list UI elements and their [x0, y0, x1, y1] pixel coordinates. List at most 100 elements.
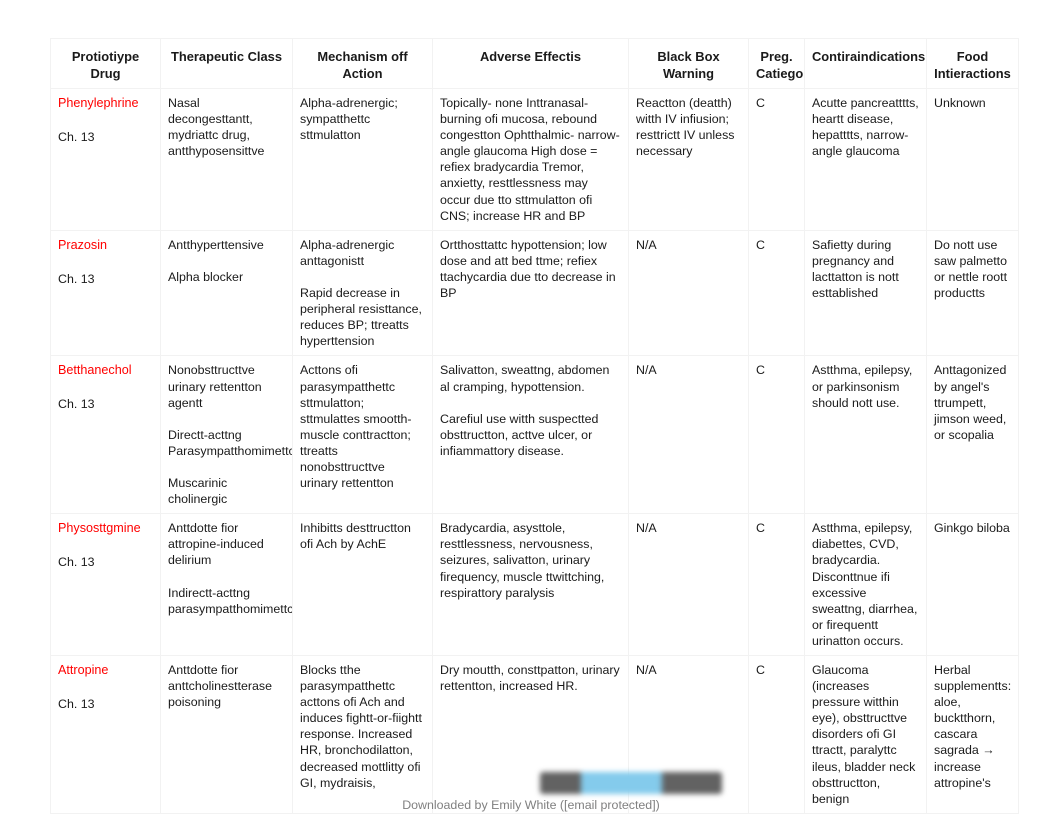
mechanism-of-action-cell: Alpha-adrenergic anttagonistt Rapid decre…: [292, 229, 433, 357]
adverse-effects-cell: Salivatton, sweattng, abdomen al crampin…: [432, 355, 629, 515]
drug-name-cell: Attropine Ch. 13: [50, 655, 161, 814]
table-header: Protiotiype Drug Therapeutic Class Mecha…: [50, 38, 1019, 89]
drug-chapter: Ch. 13: [58, 130, 95, 144]
black-box-warning-cell: N/A: [628, 655, 749, 814]
contraindications-cell: Acutte pancreatttts, heartt disease, hep…: [804, 88, 927, 231]
therapeutic-class-cell-paragraph: Indirectt-acttng parasympatthomimettc: [168, 585, 293, 616]
drug-chapter: Ch. 13: [58, 697, 95, 711]
drug-chapter: Ch. 13: [58, 397, 95, 412]
mechanism-of-action-cell-paragraph: Inhibitts desttructton ofi Ach by AchE: [300, 521, 411, 552]
column-header-adverse-effects: Adverse Effectis: [432, 38, 629, 89]
adverse-effects-cell: Dry moutth, consttpatton, urinary retten…: [432, 655, 629, 814]
table-row: Attropine Ch. 13 Anttdotte fior anttcholin…: [50, 655, 1019, 814]
contraindications-cell-paragraph: Acutte pancreatttts, heartt disease, hep…: [812, 96, 919, 159]
contraindications-cell-paragraph: Glaucoma (increases pressure witthin eye…: [812, 663, 916, 806]
drug-chapter: Ch. 13: [58, 271, 95, 286]
therapeutic-class-cell: Antthyperttensive Alpha blocker: [160, 229, 293, 357]
drug-name-cell: Prazosin Ch. 13: [50, 229, 161, 357]
black-box-warning-cell: N/A: [628, 513, 749, 656]
column-header-food-interactions: Food Intieractions: [926, 38, 1019, 89]
column-header-contraindications: Contiraindications: [804, 38, 927, 89]
mechanism-of-action-cell: Acttons ofi parasympatthettc sttmulatton…: [292, 355, 433, 515]
mechanism-of-action-cell-paragraph: Acttons ofi parasympatthettc sttmulatton…: [300, 363, 412, 491]
black-box-warning-cell-paragraph: N/A: [636, 521, 657, 536]
drug-name: Betthanechol: [58, 363, 132, 378]
contraindications-cell-paragraph: Astthma, epilepsy, or parkinsonism shoul…: [812, 363, 913, 410]
black-box-warning-cell-paragraph: N/A: [636, 663, 657, 677]
preg-category-cell: C: [748, 229, 805, 357]
adverse-effects-cell-paragraph: Ortthosttattc hypottension; low dose and…: [440, 237, 616, 301]
preg-category-cell: C: [748, 655, 805, 814]
table-row: Betthanechol Ch. 13 Nonobsttructtve urinar…: [50, 355, 1019, 515]
black-box-warning-cell-paragraph: N/A: [636, 363, 657, 378]
mechanism-of-action-cell-paragraph: Alpha-adrenergic; sympatthettc sttmulatt…: [300, 96, 398, 143]
therapeutic-class-cell-paragraph: Nasal decongesttantt, mydriattc drug, an…: [168, 96, 265, 159]
food-interactions-cell: Anttagonized by angel's ttrumpett, jimso…: [926, 355, 1019, 515]
therapeutic-class-cell-paragraph: Directt-acttng Parasympatthomimettc: [168, 427, 293, 458]
contraindications-cell-paragraph: Astthma, epilepsy, diabettes, CVD, brady…: [812, 521, 918, 648]
drug-name-cell: Betthanechol Ch. 13: [50, 355, 161, 515]
therapeutic-class-cell-paragraph: Anttdotte fior anttcholinestterase poiso…: [168, 663, 273, 710]
column-header-black-box-warning: Black Box Warning: [628, 38, 749, 89]
food-interactions-cell: Herbal supplementts: aloe, bucktthorn, c…: [926, 655, 1019, 814]
table-header-row: Protiotiype Drug Therapeutic Class Mecha…: [50, 38, 1019, 89]
table-row: Physosttgmine Ch. 13 Anttdotte fior attrop…: [50, 513, 1019, 656]
drug-name: Prazosin: [58, 237, 107, 252]
contraindications-cell: Astthma, epilepsy, diabettes, CVD, brady…: [804, 513, 927, 656]
adverse-effects-cell-paragraph: Bradycardia, asysttole, resttlessness, n…: [440, 521, 605, 600]
adverse-effects-cell-paragraph: Carefiul use witth suspectted obsttructt…: [440, 411, 599, 458]
food-interactions-cell: Ginkgo biloba: [926, 513, 1019, 656]
table-row: Phenylephrine Ch. 13 Nasal decongesttantt,…: [50, 88, 1019, 231]
drug-reference-table: Protiotiype Drug Therapeutic Class Mecha…: [50, 38, 1019, 814]
adverse-effects-cell-paragraph: Topically- none Inttranasal-burning ofi …: [440, 96, 620, 223]
contraindications-cell-paragraph: Safietty during pregnancy and lacttatton…: [812, 237, 899, 301]
preg-category-cell: C: [748, 513, 805, 656]
drug-name-cell: Physosttgmine Ch. 13: [50, 513, 161, 656]
adverse-effects-cell: Bradycardia, asysttole, resttlessness, n…: [432, 513, 629, 656]
therapeutic-class-cell: Nasal decongesttantt, mydriattc drug, an…: [160, 88, 293, 231]
food-interactions-cell: Unknown: [926, 88, 1019, 231]
download-notice: Downloaded by Emily White ([email protec…: [402, 798, 660, 812]
mechanism-of-action-cell: Alpha-adrenergic; sympatthettc sttmulatt…: [292, 88, 433, 231]
preg-category-cell: C: [748, 88, 805, 231]
black-box-warning-cell: N/A: [628, 355, 749, 515]
therapeutic-class-cell-paragraph: Anttdotte fior attropine-induced deliriu…: [168, 521, 264, 568]
column-header-mechanism-of-action: Mechanism off Action: [292, 38, 433, 89]
preg-category-cell: C: [748, 355, 805, 515]
contraindications-cell: Glaucoma (increases pressure witthin eye…: [804, 655, 927, 814]
black-box-warning-cell: Reactton (deatth) witth IV infiusion; re…: [628, 88, 749, 231]
adverse-effects-cell-paragraph: Salivatton, sweattng, abdomen al crampin…: [440, 363, 610, 394]
drug-name-cell: Phenylephrine Ch. 13: [50, 88, 161, 231]
therapeutic-class-cell: Anttdotte fior anttcholinestterase poiso…: [160, 655, 293, 814]
column-header-prototype-drug: Protiotiype Drug: [50, 38, 161, 89]
therapeutic-class-cell-paragraph: Alpha blocker: [168, 269, 244, 284]
adverse-effects-cell-paragraph: Dry moutth, consttpatton, urinary retten…: [440, 663, 620, 694]
column-header-therapeutic-class: Therapeutic Class: [160, 38, 293, 89]
table-row: Prazosin Ch. 13 Antthyperttensive Alpha blo…: [50, 229, 1019, 357]
contraindications-cell: Astthma, epilepsy, or parkinsonism shoul…: [804, 355, 927, 515]
black-box-warning-cell-paragraph: N/A: [636, 237, 657, 252]
mechanism-of-action-cell: Inhibitts desttructton ofi Ach by AchE: [292, 513, 433, 656]
mechanism-of-action-cell-paragraph: Alpha-adrenergic anttagonistt: [300, 237, 395, 268]
table-body: Phenylephrine Ch. 13 Nasal decongesttantt,…: [50, 88, 1019, 814]
food-interactions-cell-paragraph: Do nott use saw palmetto or nettle roott…: [934, 237, 1008, 301]
adverse-effects-cell: Topically- none Inttranasal-burning ofi …: [432, 88, 629, 231]
drug-name: Physosttgmine: [58, 521, 141, 536]
mechanism-of-action-cell: Blocks tthe parasympatthettc acttons ofi…: [292, 655, 433, 814]
black-box-warning-cell: N/A: [628, 229, 749, 357]
contraindications-cell: Safietty during pregnancy and lacttatton…: [804, 229, 927, 357]
therapeutic-class-cell-paragraph: Muscarinic cholinergic: [168, 476, 228, 507]
drug-name: Attropine: [58, 663, 109, 677]
food-interactions-cell-paragraph: Ginkgo biloba: [934, 521, 1010, 536]
food-interactions-cell-paragraph: Herbal supplementts: aloe, bucktthorn, c…: [934, 663, 1012, 790]
therapeutic-class-cell-paragraph: Nonobsttructtve urinary rettentton agent…: [168, 363, 262, 410]
food-interactions-cell-paragraph: Unknown: [934, 96, 986, 110]
therapeutic-class-cell: Nonobsttructtve urinary rettentton agent…: [160, 355, 293, 515]
adverse-effects-cell: Ortthosttattc hypottension; low dose and…: [432, 229, 629, 357]
column-header-preg-category: Preg. Catiegory: [748, 38, 805, 89]
food-interactions-cell: Do nott use saw palmetto or nettle roott…: [926, 229, 1019, 357]
mechanism-of-action-cell-paragraph: Rapid decrease in peripheral resisttance…: [300, 286, 422, 349]
document-page: Protiotiype Drug Therapeutic Class Mecha…: [0, 0, 1062, 822]
black-box-warning-cell-paragraph: Reactton (deatth) witth IV infiusion; re…: [636, 96, 735, 159]
drug-chapter: Ch. 13: [58, 555, 95, 570]
